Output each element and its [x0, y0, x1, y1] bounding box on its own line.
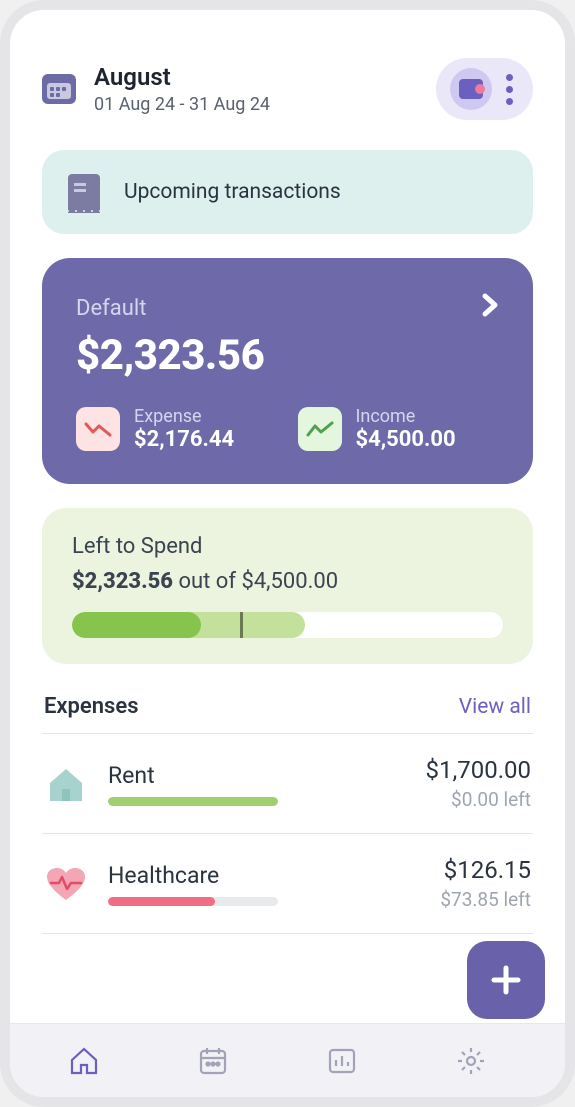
upcoming-transactions-card[interactable]: Upcoming transactions	[42, 150, 533, 234]
lts-summary: $2,323.56 out of $4,500.00	[72, 569, 503, 594]
wallet-button[interactable]	[450, 68, 492, 110]
left-to-spend-card[interactable]: Left to Spend $2,323.56 out of $4,500.00	[42, 508, 533, 664]
expense-progress	[108, 897, 278, 906]
income-value: $4,500.00	[356, 427, 456, 452]
month-name: August	[94, 63, 418, 92]
expense-amount: $1,700.00	[426, 756, 531, 784]
expense-name: Rent	[108, 762, 406, 789]
more-menu-button[interactable]	[500, 70, 519, 109]
add-button[interactable]	[467, 941, 545, 1019]
balance-card[interactable]: Default $2,323.56 Expense $2,176.44	[42, 258, 533, 484]
expense-left: $0.00 left	[426, 788, 531, 811]
trend-up-icon	[298, 407, 342, 451]
wallet-icon	[459, 79, 483, 99]
expense-value: $2,176.44	[134, 427, 234, 452]
expenses-title: Expenses	[44, 694, 139, 719]
heart-icon	[44, 862, 88, 906]
lts-title: Left to Spend	[72, 534, 503, 559]
expense-stat: Expense $2,176.44	[76, 406, 278, 452]
nav-stats[interactable]	[320, 1039, 364, 1083]
calendar-icon[interactable]	[42, 74, 76, 104]
bottom-nav	[10, 1023, 565, 1097]
period-selector[interactable]: August 01 Aug 24 - 31 Aug 24	[94, 63, 418, 115]
trend-down-icon	[76, 407, 120, 451]
view-all-link[interactable]: View all	[459, 695, 531, 719]
income-stat: Income $4,500.00	[298, 406, 500, 452]
expense-row[interactable]: Rent $1,700.00 $0.00 left	[42, 734, 533, 834]
expense-name: Healthcare	[108, 862, 420, 889]
balance-amount: $2,323.56	[76, 331, 499, 380]
nav-home[interactable]	[62, 1039, 106, 1083]
expense-amount: $126.15	[440, 856, 531, 884]
expense-label: Expense	[134, 406, 234, 427]
expense-progress	[108, 797, 278, 806]
income-label: Income	[356, 406, 456, 427]
expense-row[interactable]: Healthcare $126.15 $73.85 left	[42, 834, 533, 934]
account-label: Default	[76, 296, 146, 321]
nav-calendar[interactable]	[191, 1039, 235, 1083]
nav-settings[interactable]	[449, 1039, 493, 1083]
upcoming-label: Upcoming transactions	[124, 180, 341, 204]
month-range: 01 Aug 24 - 31 Aug 24	[94, 94, 418, 115]
receipt-icon	[68, 174, 100, 210]
chevron-right-icon	[481, 292, 499, 325]
expense-left: $73.85 left	[440, 888, 531, 911]
home-icon	[44, 762, 88, 806]
lts-progress-bar	[72, 612, 503, 638]
